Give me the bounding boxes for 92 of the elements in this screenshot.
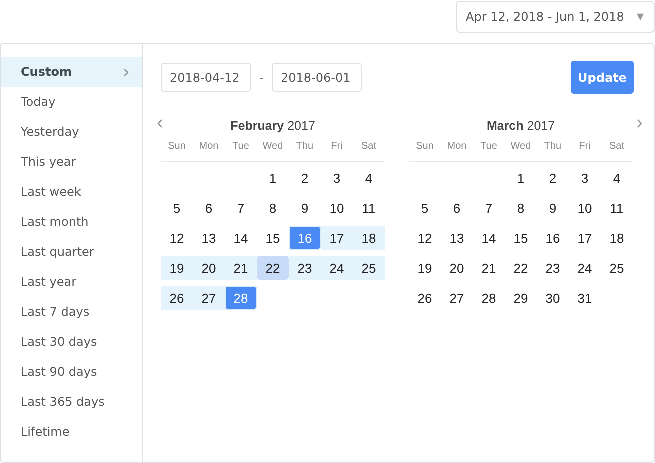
- calendar-day[interactable]: 8: [257, 196, 289, 220]
- calendar-day[interactable]: 8: [505, 196, 537, 220]
- sidebar-item[interactable]: Today: [1, 87, 142, 117]
- weekday-label: Sun: [167, 141, 187, 154]
- calendar-day[interactable]: 2: [537, 166, 569, 190]
- calendar-day[interactable]: 14: [225, 226, 257, 250]
- weekday-label: Wed: [262, 141, 284, 154]
- calendar-day[interactable]: 23: [537, 256, 569, 280]
- sidebar-item[interactable]: Last week: [1, 177, 142, 207]
- caret-icon: ▾: [636, 9, 644, 25]
- calendar-day[interactable]: 11: [353, 196, 385, 220]
- sidebar-item[interactable]: This year: [1, 147, 142, 177]
- calendar-day[interactable]: 9: [537, 196, 569, 220]
- sidebar-item[interactable]: Yesterday: [1, 117, 142, 147]
- separator: -: [258, 70, 265, 84]
- calendar-day[interactable]: 7: [473, 196, 505, 220]
- calendar-day[interactable]: 6: [193, 196, 225, 220]
- calendar-day[interactable]: 25: [353, 256, 385, 280]
- calendar-day[interactable]: 28: [473, 286, 505, 310]
- calendar-day[interactable]: 5: [409, 196, 441, 220]
- calendar-day[interactable]: 24: [569, 256, 601, 280]
- calendar-day[interactable]: 30: [537, 286, 569, 310]
- weekday-label: Fri: [330, 141, 344, 154]
- weekday-label: Thu: [295, 141, 315, 154]
- calendar-day[interactable]: 9: [289, 196, 321, 220]
- calendar-day[interactable]: 7: [225, 196, 257, 220]
- calendar-day[interactable]: 20: [193, 256, 225, 280]
- calendar-day[interactable]: 16: [537, 226, 569, 250]
- start-date-field[interactable]: 2018-04-12: [161, 63, 251, 92]
- weekday-label: Sat: [608, 141, 626, 154]
- calendar-day[interactable]: 10: [569, 196, 601, 220]
- weekday-label: Fri: [578, 141, 592, 154]
- calendar-day[interactable]: 13: [193, 226, 225, 250]
- calendar-day[interactable]: 12: [161, 226, 193, 250]
- calendar-day[interactable]: 22: [505, 256, 537, 280]
- calendar-day[interactable]: 18: [601, 226, 633, 250]
- calendar-day[interactable]: 3: [569, 166, 601, 190]
- weekday-label: Sun: [415, 141, 435, 154]
- calendar-day[interactable]: 20: [441, 256, 473, 280]
- weekday-label: Sat: [360, 141, 378, 154]
- calendar-day[interactable]: 22: [257, 256, 289, 280]
- chevron-icon: ›: [122, 62, 130, 82]
- weekday-label: Thu: [543, 141, 563, 154]
- calendar-day[interactable]: 13: [441, 226, 473, 250]
- calendar-day[interactable]: 23: [289, 256, 321, 280]
- sidebar-item[interactable]: Last 30 days: [1, 327, 142, 357]
- calendar-day[interactable]: 19: [161, 256, 193, 280]
- sidebar-item[interactable]: Last 90 days: [1, 357, 142, 387]
- calendar-day[interactable]: 15: [257, 226, 289, 250]
- calendar-day[interactable]: 4: [601, 166, 633, 190]
- date-range-dropdown[interactable]: Apr 12, 2018 - Jun 1, 2018 ▾: [456, 1, 655, 33]
- calendar-day[interactable]: 31: [569, 286, 601, 310]
- calendar-day[interactable]: 29: [505, 286, 537, 310]
- calendar-day[interactable]: 21: [473, 256, 505, 280]
- weekday-label: Tue: [480, 141, 498, 154]
- calendar-day[interactable]: 3: [321, 166, 353, 190]
- weekday-label: Mon: [198, 141, 220, 154]
- calendar-day[interactable]: 17: [321, 226, 353, 250]
- calendar-day[interactable]: 4: [353, 166, 385, 190]
- sidebar-item[interactable]: Last quarter: [1, 237, 142, 267]
- sidebar-item[interactable]: Last 365 days: [1, 387, 142, 417]
- month-title: March 2017: [486, 119, 556, 133]
- weekday-label: Tue: [232, 141, 250, 154]
- calendar-day[interactable]: 14: [473, 226, 505, 250]
- calendar-day[interactable]: 21: [225, 256, 257, 280]
- calendar-day[interactable]: 6: [441, 196, 473, 220]
- calendar-day[interactable]: 26: [409, 286, 441, 310]
- end-date-field[interactable]: 2018-06-01: [272, 63, 362, 92]
- weekday-label: Mon: [446, 141, 468, 154]
- calendar-day[interactable]: 11: [601, 196, 633, 220]
- calendar-day[interactable]: 27: [193, 286, 225, 310]
- calendar-day[interactable]: 2: [289, 166, 321, 190]
- calendar-day[interactable]: 1: [257, 166, 289, 190]
- weekday-label: Wed: [510, 141, 532, 154]
- calendar-day[interactable]: 19: [409, 256, 441, 280]
- calendar-day[interactable]: 24: [321, 256, 353, 280]
- calendar-day[interactable]: 15: [505, 226, 537, 250]
- calendar-day[interactable]: 18: [353, 226, 385, 250]
- calendar-day[interactable]: 1: [505, 166, 537, 190]
- sidebar-item[interactable]: Custom ›: [1, 57, 142, 87]
- calendar-day[interactable]: 25: [601, 256, 633, 280]
- sidebar-item[interactable]: Lifetime: [1, 417, 142, 447]
- month-title: February 2017: [230, 119, 316, 133]
- calendar-day[interactable]: 27: [441, 286, 473, 310]
- calendar-day[interactable]: 12: [409, 226, 441, 250]
- calendar-day[interactable]: 5: [161, 196, 193, 220]
- sidebar-item[interactable]: Last year: [1, 267, 142, 297]
- sidebar-item[interactable]: Last month: [1, 207, 142, 237]
- calendar-day[interactable]: 17: [569, 226, 601, 250]
- calendar-day[interactable]: 26: [161, 286, 193, 310]
- sidebar-item[interactable]: Last 7 days: [1, 297, 142, 327]
- calendar-day[interactable]: 10: [321, 196, 353, 220]
